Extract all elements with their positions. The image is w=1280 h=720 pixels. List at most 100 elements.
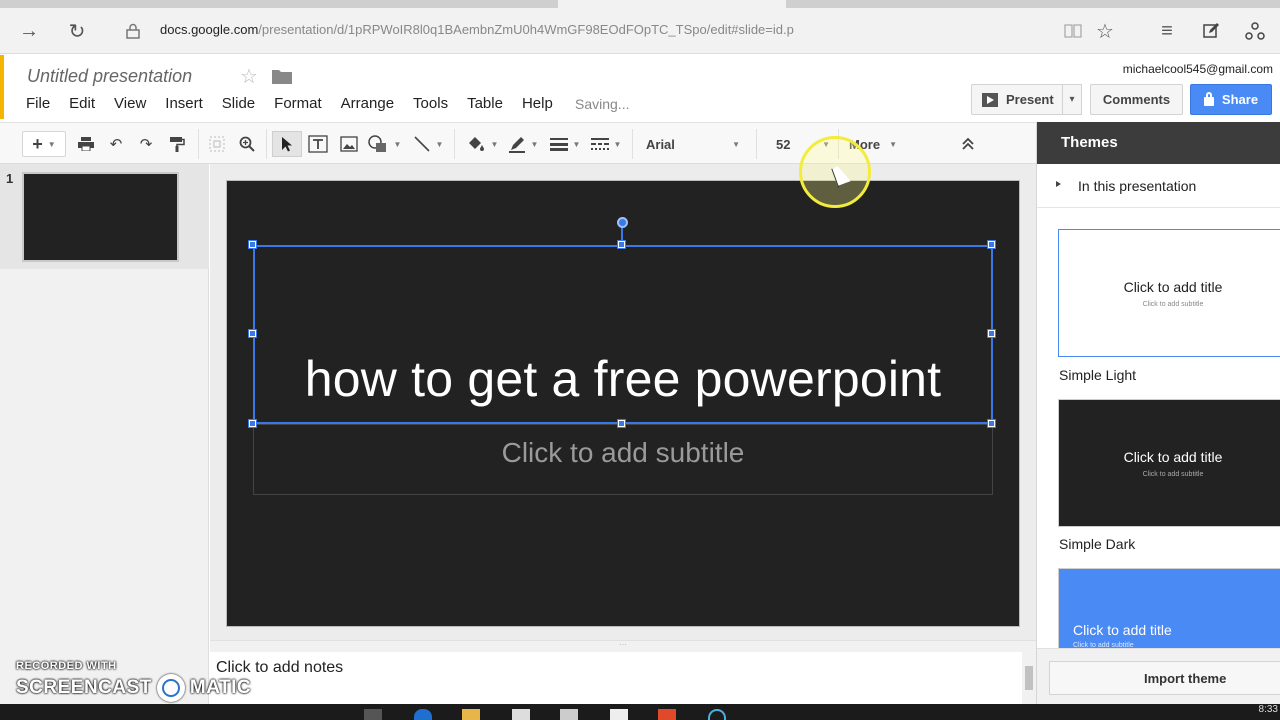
theme-preview-subtitle: Click to add subtitle	[1142, 300, 1204, 308]
lock-icon	[118, 16, 148, 46]
folder-icon[interactable]	[272, 68, 292, 84]
slide-filmstrip: 1	[0, 164, 209, 704]
screen-recorder-icon[interactable]	[708, 709, 726, 720]
text-box-icon[interactable]	[307, 131, 329, 157]
resize-handle-right[interactable]	[987, 329, 996, 338]
select-tool-button[interactable]	[272, 131, 302, 157]
print-icon[interactable]	[76, 131, 96, 157]
border-weight-button[interactable]: ▼	[547, 131, 583, 157]
collapse-toolbar-icon[interactable]	[958, 131, 978, 157]
resize-handle-top-left[interactable]	[248, 240, 257, 249]
themes-panel: Themes In this presentation Click to add…	[1036, 122, 1280, 704]
refresh-icon[interactable]: ↻	[62, 16, 92, 46]
zoom-icon[interactable]	[236, 131, 258, 157]
border-dash-button[interactable]: ▼	[588, 131, 624, 157]
in-presentation-section[interactable]: In this presentation	[1037, 164, 1280, 208]
comments-button[interactable]: Comments	[1090, 84, 1183, 115]
toolbar-separator	[266, 129, 267, 159]
menu-tools[interactable]: Tools	[413, 95, 448, 112]
watermark-brand: SCREENCAST MATIC	[16, 674, 251, 702]
watermark-right: MATIC	[189, 677, 252, 698]
account-email[interactable]: michaelcool545@gmail.com	[1123, 62, 1273, 76]
resize-handle-bottom-right[interactable]	[987, 419, 996, 428]
star-icon[interactable]: ☆	[240, 64, 258, 89]
title-text-box[interactable]: how to get a free powerpoint	[253, 245, 993, 424]
in-presentation-label: In this presentation	[1078, 178, 1197, 194]
font-select[interactable]: Arial ▼	[646, 131, 744, 157]
slide-thumbnail[interactable]	[22, 172, 179, 262]
share-lock-icon	[1203, 92, 1214, 106]
help-app-icon[interactable]	[610, 709, 628, 720]
speaker-notes-area[interactable]: Click to add notes	[210, 652, 1036, 704]
present-dropdown-button[interactable]: ▾	[1062, 84, 1082, 115]
menu-bar: File Edit View Insert Slide Format Arran…	[26, 95, 572, 112]
undo-icon[interactable]: ↶	[106, 131, 126, 157]
web-note-icon[interactable]	[1196, 16, 1226, 46]
address-bar[interactable]: docs.google.com/presentation/d/1pRPWoIR8…	[160, 22, 794, 37]
image-icon[interactable]	[338, 131, 360, 157]
slide-number: 1	[6, 171, 14, 186]
theme-simple-light[interactable]: Click to add title Click to add subtitle	[1058, 229, 1280, 357]
formatting-toolbar: + ▼ ↶ ↷ ▼ ▼ ▼ ▼ ▼ ▼ Arial ▼ 52 ▼ More ▼	[0, 122, 1036, 164]
border-color-button[interactable]: ▼	[505, 131, 541, 157]
store-icon[interactable]	[512, 709, 530, 720]
present-button[interactable]: Present	[971, 84, 1063, 115]
menu-format[interactable]: Format	[274, 95, 322, 112]
resize-handle-left[interactable]	[248, 329, 257, 338]
slides-accent-bar	[0, 55, 4, 119]
favorite-star-icon[interactable]: ☆	[1090, 16, 1120, 46]
share-button[interactable]: Share	[1190, 84, 1272, 115]
line-tool[interactable]: ▼	[410, 131, 446, 157]
theme-preview-subtitle: Click to add subtitle	[1142, 470, 1204, 478]
new-slide-label: +	[32, 133, 43, 154]
menu-slide[interactable]: Slide	[222, 95, 255, 112]
task-view-icon[interactable]	[364, 709, 382, 720]
new-slide-button[interactable]: + ▼	[22, 131, 66, 157]
menu-table[interactable]: Table	[467, 95, 503, 112]
fill-color-button[interactable]: ▼	[464, 131, 500, 157]
resize-handle-top[interactable]	[617, 240, 626, 249]
resize-handle-top-right[interactable]	[987, 240, 996, 249]
zoom-fit-icon[interactable]	[206, 131, 228, 157]
menu-insert[interactable]: Insert	[165, 95, 203, 112]
toolbar-separator	[454, 129, 455, 159]
notes-scrollbar[interactable]	[1022, 652, 1036, 704]
reading-view-icon[interactable]	[1058, 16, 1088, 46]
subtitle-placeholder-box[interactable]: Click to add subtitle	[253, 424, 993, 495]
font-value: Arial	[646, 136, 675, 152]
redo-icon[interactable]: ↷	[136, 131, 156, 157]
share-web-icon[interactable]	[1240, 16, 1270, 46]
import-theme-button[interactable]: Import theme	[1049, 661, 1280, 695]
themes-header: Themes	[1037, 122, 1280, 164]
theme-preview-title: Click to add title	[1073, 622, 1172, 638]
chevron-down-icon: ▼	[889, 139, 897, 149]
menu-arrange[interactable]: Arrange	[341, 95, 394, 112]
menu-file[interactable]: File	[26, 95, 50, 112]
menu-help[interactable]: Help	[522, 95, 553, 112]
document-title[interactable]: Untitled presentation	[27, 66, 192, 87]
edge-browser-icon[interactable]	[414, 709, 432, 720]
rotate-handle[interactable]	[617, 217, 628, 228]
office-icon[interactable]	[658, 709, 676, 720]
theme-preview-title: Click to add title	[1123, 278, 1223, 295]
notes-scrollbar-thumb[interactable]	[1025, 666, 1033, 690]
dropbox-icon[interactable]	[560, 709, 578, 720]
theme-simple-dark[interactable]: Click to add title Click to add subtitle	[1058, 399, 1280, 527]
hub-menu-icon[interactable]: ≡	[1152, 16, 1182, 46]
resize-handle-bottom[interactable]	[617, 419, 626, 428]
theme-blue[interactable]: Click to add title Click to add subtitle	[1058, 568, 1280, 658]
paint-format-icon[interactable]	[167, 131, 187, 157]
slide-subtitle: Click to add subtitle	[501, 437, 745, 468]
file-explorer-icon[interactable]	[462, 709, 480, 720]
forward-icon[interactable]: →	[14, 16, 44, 46]
menu-edit[interactable]: Edit	[69, 95, 95, 112]
chevron-down-icon: ▼	[530, 139, 539, 149]
resize-handle-bottom-left[interactable]	[248, 419, 257, 428]
screencast-logo-icon	[156, 674, 185, 702]
slide-title: how to get a free powerpoint	[304, 351, 942, 407]
chevron-down-icon: ▼	[435, 139, 444, 149]
shape-tool[interactable]: ▼	[366, 131, 402, 157]
active-browser-tab[interactable]	[558, 0, 786, 8]
notes-resize-divider[interactable]: ···	[210, 640, 1036, 652]
menu-view[interactable]: View	[114, 95, 146, 112]
